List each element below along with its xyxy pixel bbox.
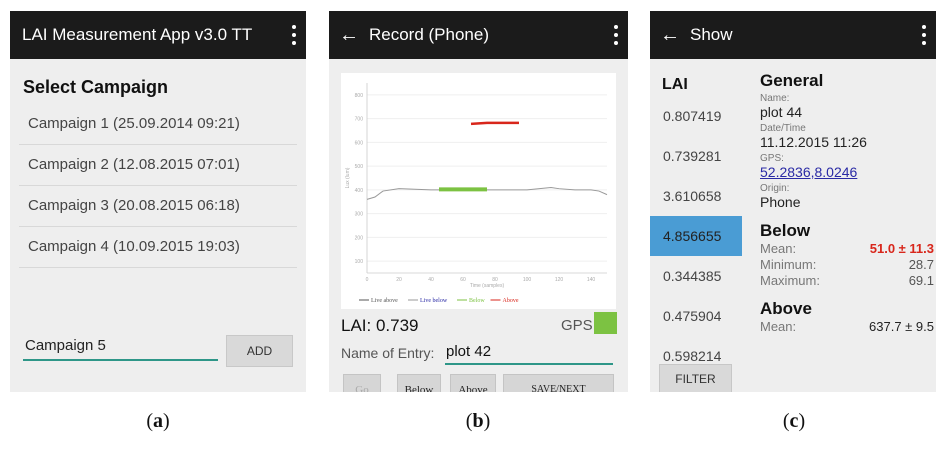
caption-c-letter: c [789, 410, 799, 432]
section-title: Select Campaign [23, 77, 169, 97]
campaign-screen: LAI Measurement App v3.0 TT Select Campa… [10, 11, 306, 392]
caption-a-letter: a [153, 410, 163, 432]
above-button[interactable]: Above [450, 374, 496, 392]
overflow-menu-icon[interactable] [922, 25, 926, 45]
below-max-value: 69.1 [908, 273, 934, 288]
campaign-item[interactable]: Campaign 2 (12.08.2015 07:01) [19, 145, 297, 186]
lai-list-item[interactable]: 0.739281 [650, 136, 742, 176]
above-mean-value: 637.7 ± 9.5 [869, 319, 934, 334]
go-label: Go [355, 384, 369, 392]
x-tick-label: 140 [587, 277, 596, 283]
entry-name-label: Name of Entry: [341, 345, 435, 361]
caption-b: (b) [465, 410, 491, 432]
gps-label: GPS: [760, 153, 784, 164]
legend-label: Live above [371, 298, 398, 304]
general-heading: General [760, 71, 824, 90]
y-tick-label: 300 [355, 212, 364, 218]
gps-status-indicator [594, 312, 617, 334]
lai-readout: LAI: 0.739 [341, 316, 419, 335]
x-tick-label: 40 [428, 277, 434, 283]
y-tick-label: 200 [355, 235, 364, 241]
y-axis-label: Lux (lum) [345, 167, 351, 188]
above-heading: Above [760, 299, 812, 318]
lai-list-item[interactable]: 3.610658 [650, 176, 742, 216]
lai-list-item[interactable]: 0.807419 [650, 96, 742, 136]
x-tick-label: 20 [396, 277, 402, 283]
chart-svg: 1002003004005006007008000 20 40 60 80 100 120 1… [345, 83, 608, 304]
series-line-above [470, 121, 519, 126]
back-arrow-icon[interactable]: ← [650, 24, 690, 47]
legend-label: Above [503, 298, 519, 304]
caption-c: (c) [782, 410, 806, 432]
legend-label: Below [469, 298, 485, 304]
lai-list-item[interactable]: 0.475904 [650, 296, 742, 336]
below-mean-row: Mean: 51.0 ± 11.3 [760, 241, 936, 257]
below-label: Below [404, 384, 434, 392]
light-chart: 100 200 300 400 500 600 700 800 0 20 40 60 80 100 120 1… [341, 73, 616, 309]
y-tick-label: 600 [355, 140, 364, 146]
below-min-row: Minimum: 28.7 [760, 257, 936, 273]
below-mean-value: 51.0 ± 11.3 [869, 241, 934, 256]
x-tick-label: 60 [460, 277, 466, 283]
below-min-value: 28.7 [908, 257, 934, 272]
below-button[interactable]: Below [397, 374, 441, 392]
origin-label: Origin: [760, 183, 790, 194]
campaign-item[interactable]: Campaign 4 (10.09.2015 19:03) [19, 227, 297, 268]
campaign-item[interactable]: Campaign 1 (25.09.2014 09:21) [19, 104, 297, 145]
lai-list-item[interactable]: 0.344385 [650, 256, 742, 296]
datetime-value: 11.12.2015 11:26 [760, 134, 867, 150]
screen-title: Show [690, 25, 733, 44]
overflow-menu-icon[interactable] [614, 25, 618, 45]
campaign-list: Campaign 1 (25.09.2014 09:21) Campaign 2… [19, 104, 297, 268]
below-max-row: Maximum: 69.1 [760, 273, 936, 289]
app-bar: LAI Measurement App v3.0 TT [10, 11, 306, 59]
app-bar: ← Show [650, 11, 936, 59]
below-heading: Below [760, 221, 811, 240]
entry-details: General Name: plot 44 Date/Time 11.12.20… [760, 71, 936, 335]
caption-b-letter: b [472, 410, 484, 432]
app-title: LAI Measurement App v3.0 TT [22, 25, 253, 44]
datetime-label: Date/Time [760, 123, 806, 134]
screen-title: Record (Phone) [369, 25, 490, 44]
below-min-label: Minimum: [760, 257, 817, 272]
name-value: plot 44 [760, 104, 803, 120]
gps-link[interactable]: 52.2836,8.0246 [760, 164, 936, 181]
x-tick-label: 100 [523, 277, 532, 283]
y-tick-label: 100 [355, 259, 364, 265]
save-next-button[interactable]: SAVE/NEXT [503, 374, 614, 392]
new-campaign-input[interactable]: Campaign 5 [23, 333, 218, 361]
entry-name-input[interactable]: plot 42 [445, 341, 613, 365]
x-axis-label: Time (samples) [470, 283, 505, 289]
add-button[interactable]: ADD [226, 335, 293, 367]
gps-label: GPS: [561, 317, 597, 334]
y-tick-label: 500 [355, 164, 364, 170]
show-screen: ← Show LAI 0.807419 0.739281 3.610658 4.… [650, 11, 936, 392]
caption-a: (a) [146, 410, 170, 432]
x-tick-label: 0 [366, 277, 369, 283]
lai-list: 0.807419 0.739281 3.610658 4.856655 0.34… [650, 96, 742, 376]
x-tick-label: 120 [555, 277, 564, 283]
go-button[interactable]: Go [343, 374, 381, 392]
record-screen: ← Record (Phone) 100 200 300 400 500 600 700 80… [329, 11, 628, 392]
y-tick-label: 700 [355, 117, 364, 123]
y-tick-label: 400 [355, 188, 364, 194]
below-max-label: Maximum: [760, 273, 820, 288]
legend-label: Live below [420, 298, 448, 304]
name-label: Name: [760, 93, 790, 104]
above-mean-label: Mean: [760, 319, 797, 334]
filter-button[interactable]: FILTER [659, 364, 732, 392]
origin-value: Phone [760, 194, 801, 210]
below-mean-label: Mean: [760, 241, 797, 256]
above-label: Above [458, 384, 488, 392]
campaign-item[interactable]: Campaign 3 (20.08.2015 06:18) [19, 186, 297, 227]
lai-column-header: LAI [662, 76, 688, 93]
lai-list-item-selected[interactable]: 4.856655 [650, 216, 742, 256]
app-bar: ← Record (Phone) [329, 11, 628, 59]
overflow-menu-icon[interactable] [292, 25, 296, 45]
y-tick-label: 800 [355, 93, 364, 99]
above-mean-row: Mean: 637.7 ± 9.5 [760, 319, 936, 335]
back-arrow-icon[interactable]: ← [329, 24, 369, 47]
